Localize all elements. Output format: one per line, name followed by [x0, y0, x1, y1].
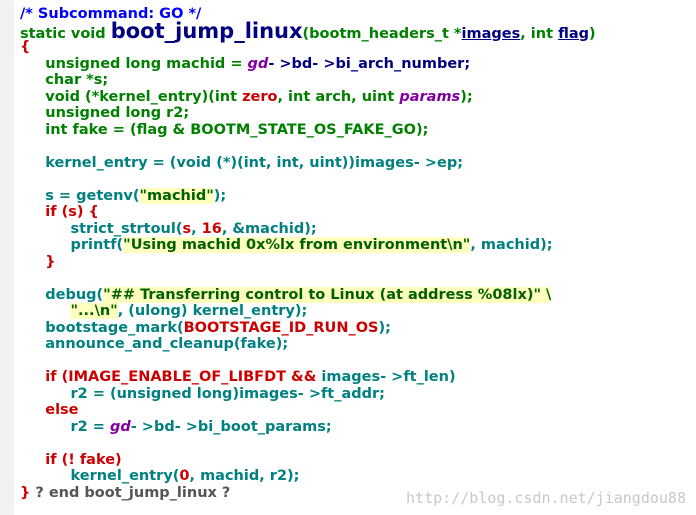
code-token: s — [182, 220, 192, 237]
code-line: s = getenv("machid"); — [20, 187, 596, 205]
code-token: 16 — [201, 220, 222, 237]
code-token: unsigned long machid = — [20, 55, 248, 72]
code-token: } — [20, 253, 56, 270]
code-line: unsigned long r2; — [20, 105, 596, 122]
code-token: images — [461, 25, 521, 42]
code-line: void (*kernel_entry)(int zero, int arch,… — [20, 89, 596, 106]
watermark: http://blog.csdn.net/jiangdou88 — [406, 489, 686, 507]
code-line: if (! fake) — [20, 452, 596, 469]
code-token: s = getenv( — [20, 187, 140, 204]
code-token: gd — [109, 418, 131, 435]
code-token: "...\n" — [70, 303, 118, 319]
code-line: int fake = (flag & BOOTM_STATE_OS_FAKE_G… — [20, 122, 596, 139]
code-line: r2 = (unsigned long)images- >ft_addr; — [20, 386, 596, 403]
code-token: params — [399, 88, 461, 105]
code-line: /* Subcommand: GO */ — [20, 6, 596, 23]
code-line: static void boot_jump_linux(bootm_header… — [20, 20, 596, 42]
code-token: boot_jump_linux — [110, 18, 303, 43]
code-token: else — [20, 402, 79, 418]
code-token: , &machid); — [221, 220, 317, 237]
code-token: unsigned long r2; — [20, 105, 190, 121]
code-token: ); — [460, 88, 473, 105]
code-token: BOOTSTAGE_ID_RUN_OS — [183, 319, 379, 336]
code-line: announce_and_cleanup(fake); — [20, 336, 596, 353]
code-token: ? end boot_jump_linux ? — [35, 484, 231, 501]
code-token: "machid" — [139, 187, 214, 204]
code-line: else — [20, 402, 596, 419]
code-token: bootstage_mark( — [20, 319, 184, 336]
editor-gutter — [0, 0, 14, 515]
code-token: if (IMAGE_ENABLE_OF_LIBFDT && — [20, 369, 322, 385]
code-token: "## Transferring control to Linux (at ad… — [103, 286, 552, 303]
code-token: (bootm_headers_t * — [302, 25, 462, 42]
code-token: images- >ft_len) — [321, 369, 456, 385]
code-line: printf("Using machid 0x%lx from environm… — [20, 237, 596, 254]
code-token: , int — [520, 25, 559, 42]
code-token: kernel_entry = (void (*)(int, int, uint)… — [20, 154, 463, 171]
code-token: } — [20, 484, 36, 501]
code-line: char *s; — [20, 72, 596, 89]
code-token: ) — [589, 25, 596, 42]
code-line: r2 = gd- >bd- >bi_boot_params; — [20, 419, 596, 436]
code-editor[interactable]: /* Subcommand: GO */static void boot_jum… — [20, 6, 596, 501]
code-token: printf( — [20, 237, 124, 253]
code-token: { — [20, 39, 31, 55]
code-line: "...\n", (ulong) kernel_entry); — [20, 303, 596, 320]
code-token: static void — [20, 25, 111, 42]
code-token: - >bd- >bi_boot_params; — [130, 418, 332, 435]
code-token: - >bd- >bi_arch_number; — [268, 55, 471, 72]
code-line: unsigned long machid = gd- >bd- >bi_arch… — [20, 56, 596, 73]
code-line: if (s) { — [20, 204, 596, 221]
code-line: strict_strtoul(s, 16, &machid); — [20, 221, 596, 238]
code-token: r2 = — [20, 418, 110, 435]
code-token: if (! fake) — [20, 451, 122, 468]
code-token: gd — [247, 55, 269, 72]
code-token: "Using machid 0x%lx from environment\n" — [123, 237, 471, 253]
code-token: void (*kernel_entry)(int — [20, 88, 243, 105]
code-token: 0 — [179, 468, 190, 484]
code-token: zero — [242, 88, 278, 105]
code-token: debug( — [20, 286, 104, 303]
code-token: , machid, r2); — [189, 468, 300, 484]
code-token: if (s) { — [20, 204, 99, 220]
code-line: if (IMAGE_ENABLE_OF_LIBFDT && images- >f… — [20, 369, 596, 386]
code-line: debug("## Transferring control to Linux … — [20, 286, 596, 304]
code-token: , — [191, 220, 202, 237]
code-token: int fake = (flag & BOOTM_STATE_OS_FAKE_G… — [20, 121, 429, 138]
code-token: ); — [213, 187, 227, 204]
code-token: , (ulong) kernel_entry); — [117, 303, 308, 319]
code-token: char *s; — [20, 72, 109, 88]
code-line: kernel_entry = (void (*)(int, int, uint)… — [20, 155, 596, 172]
code-line: } — [20, 254, 596, 271]
code-token: ); — [378, 319, 391, 336]
code-token: , machid); — [470, 237, 553, 253]
code-token: strict_strtoul( — [20, 220, 183, 237]
code-line: kernel_entry(0, machid, r2); — [20, 468, 596, 485]
code-token: kernel_entry( — [20, 468, 180, 484]
code-token: r2 = (unsigned long)images- >ft_addr; — [20, 385, 385, 402]
code-token: announce_and_cleanup(fake); — [20, 336, 289, 352]
code-token: , int arch, uint — [277, 88, 400, 105]
code-token: flag — [558, 25, 590, 42]
code-line: bootstage_mark(BOOTSTAGE_ID_RUN_OS); — [20, 320, 596, 337]
